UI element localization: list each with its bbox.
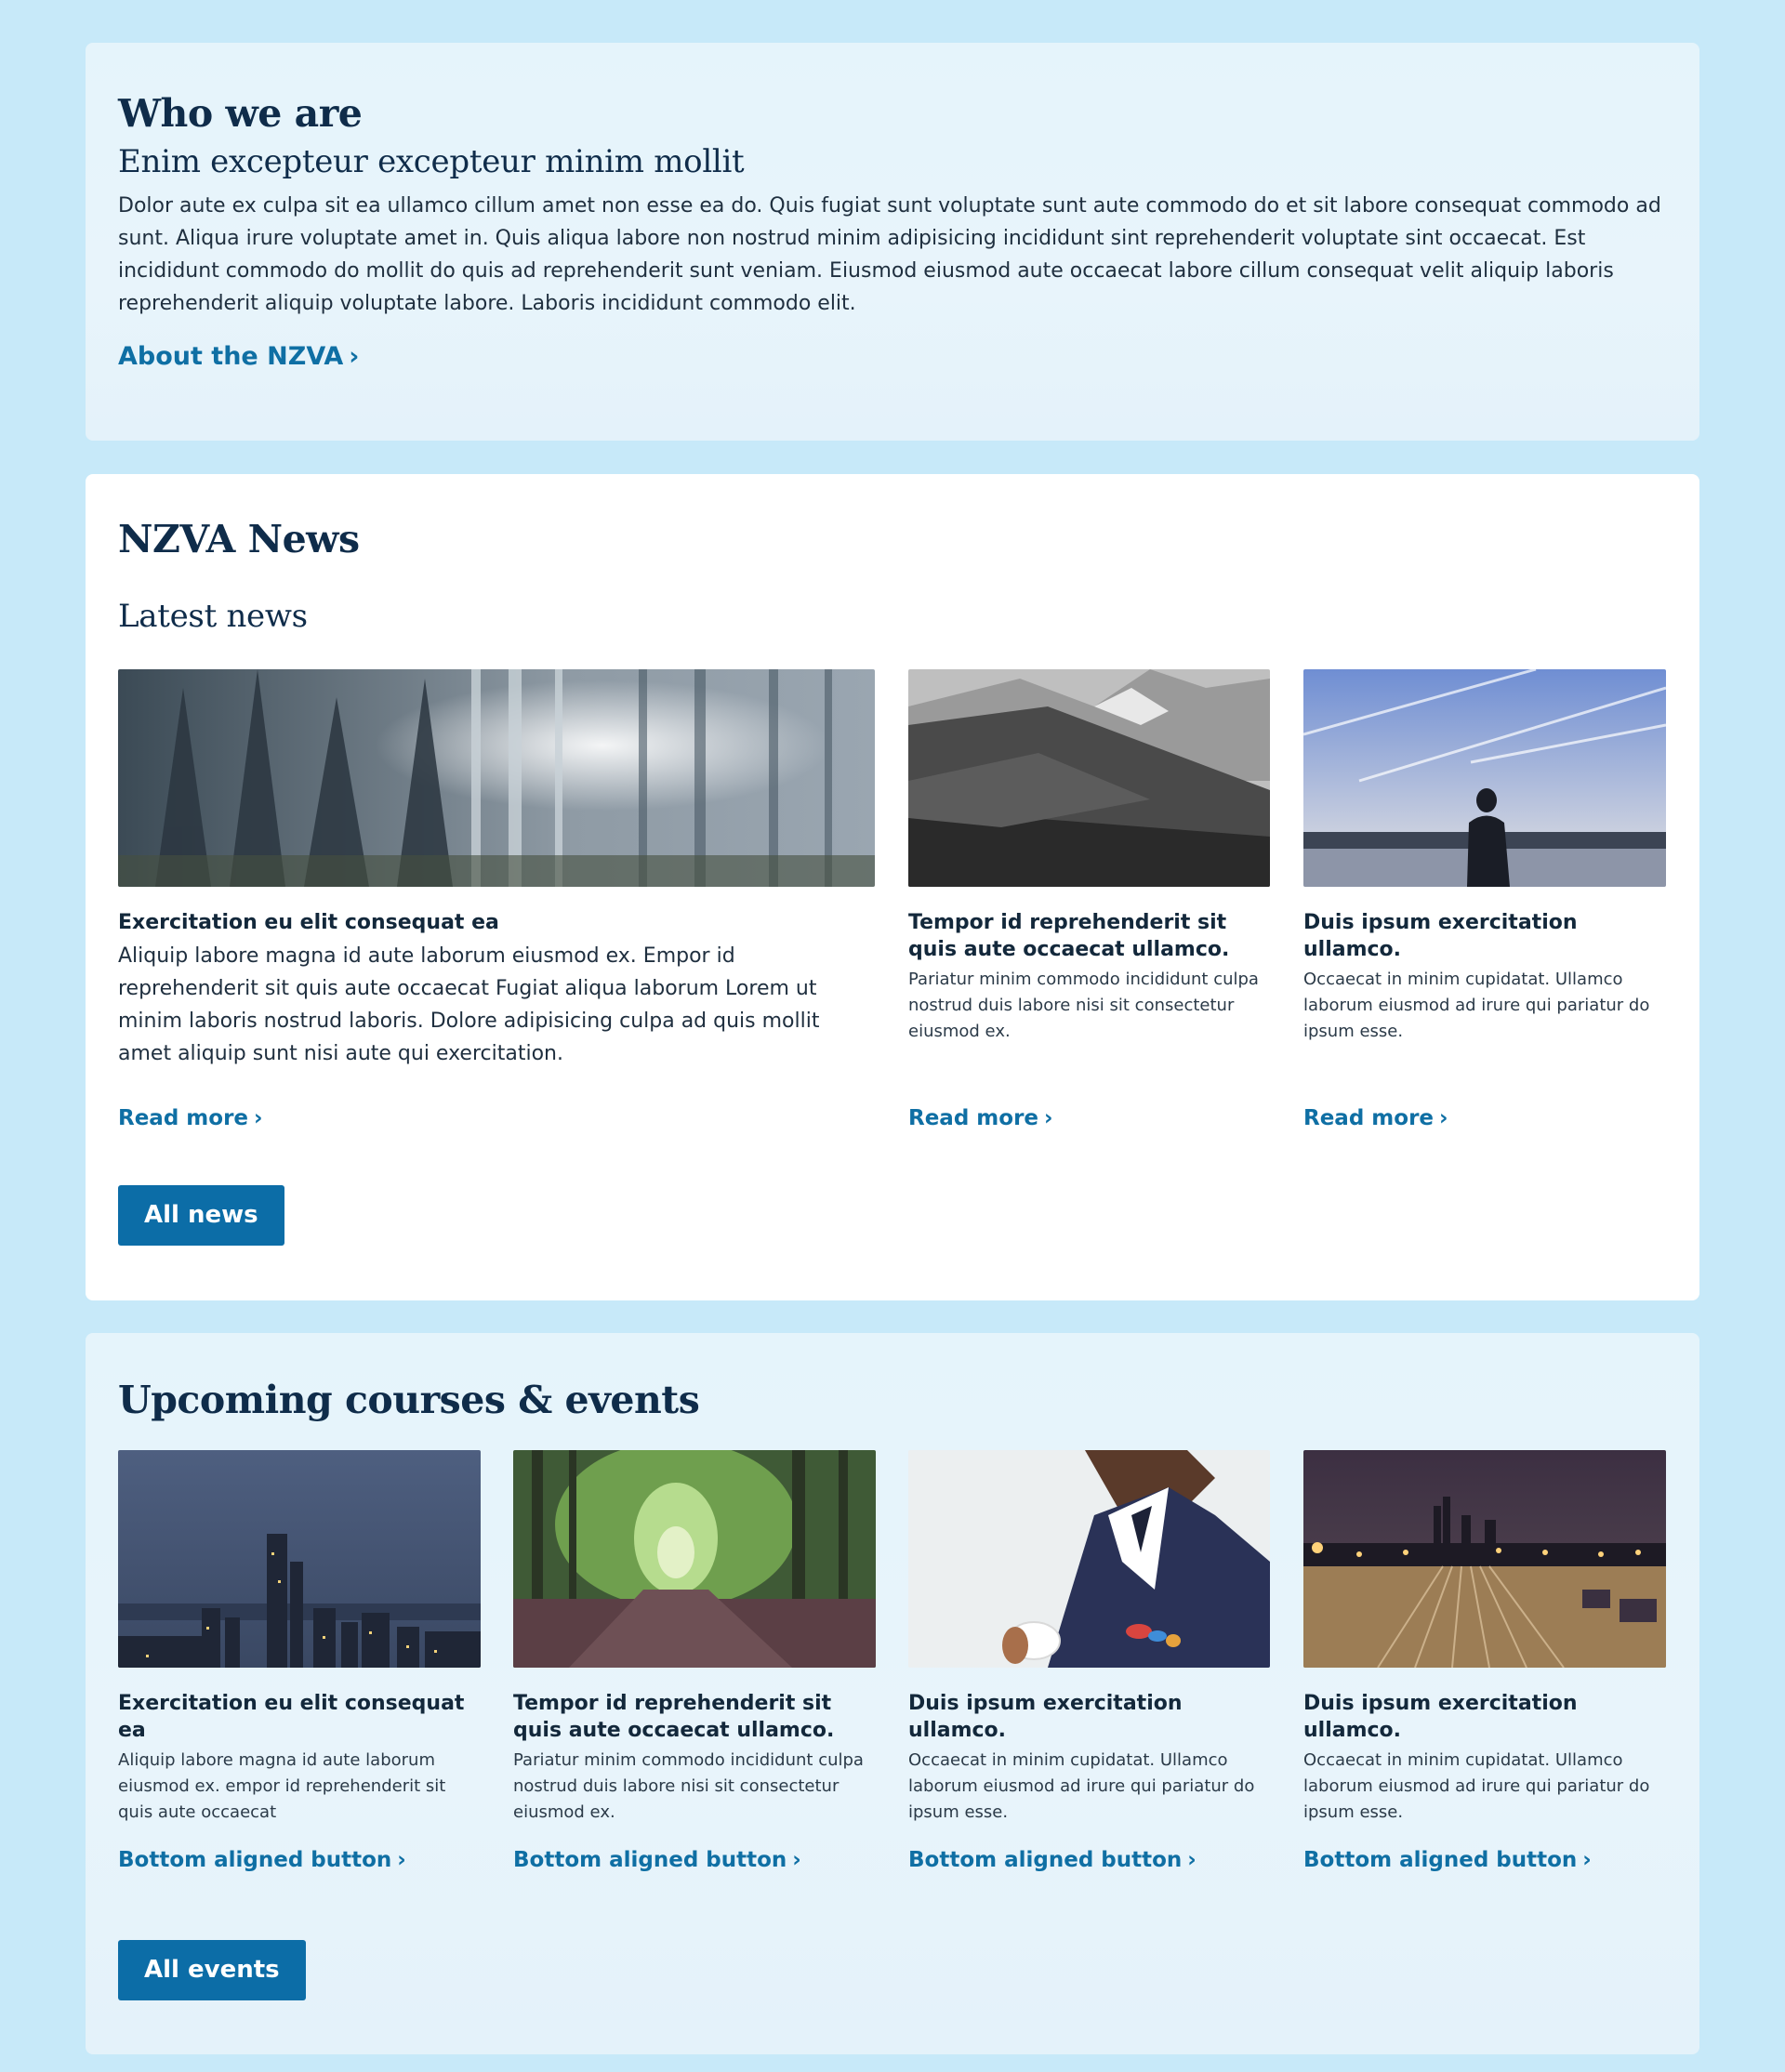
events-heading: Upcoming courses & events [118, 1378, 700, 1422]
read-more-link[interactable]: Read more › [118, 1106, 263, 1130]
event-card-description: Occaecat in minim cupidatat. Ullamco lab… [908, 1750, 1255, 1822]
chevron-right-icon: › [1439, 1106, 1448, 1130]
news-card: Tempor id reprehenderit sit quis aute oc… [908, 669, 1270, 1171]
bottom-aligned-button[interactable]: Bottom aligned button › [513, 1848, 801, 1872]
read-more-link[interactable]: Read more › [908, 1106, 1053, 1130]
news-card-description: Aliquip labore magna id aute laborum eiu… [118, 944, 820, 1065]
chevron-right-icon: › [397, 1848, 406, 1872]
read-more-label: Read more [1303, 1106, 1435, 1130]
bottom-aligned-button-label: Bottom aligned button [1303, 1848, 1578, 1872]
railway-night-photo[interactable] [1303, 1450, 1666, 1668]
event-card-description: Occaecat in minim cupidatat. Ullamco lab… [1303, 1750, 1650, 1822]
man-at-lake-photo[interactable] [1303, 669, 1666, 887]
events-panel: Upcoming courses & events Exercitation e… [86, 1333, 1699, 2054]
chevron-right-icon: › [349, 342, 360, 371]
event-card-description: Pariatur minim commodo incididunt culpa … [513, 1750, 864, 1822]
who-we-are-heading: Who we are [118, 91, 363, 136]
all-news-button[interactable]: All news [118, 1185, 284, 1246]
bottom-aligned-button[interactable]: Bottom aligned button › [908, 1848, 1197, 1872]
news-heading: NZVA News [118, 517, 360, 561]
chevron-right-icon: › [254, 1106, 263, 1130]
bottom-aligned-button[interactable]: Bottom aligned button › [1303, 1848, 1592, 1872]
latest-news-subheading: Latest news [118, 598, 308, 635]
bottom-aligned-button-label: Bottom aligned button [118, 1848, 392, 1872]
bottom-aligned-button-label: Bottom aligned button [908, 1848, 1183, 1872]
event-card-title: Duis ipsum exercitation ullamco. [908, 1692, 1183, 1742]
event-card-title: Duis ipsum exercitation ullamco. [1303, 1692, 1578, 1742]
event-card-title: Exercitation eu elit consequat ea [118, 1692, 465, 1742]
event-card: Duis ipsum exercitation ullamco. Occaeca… [1303, 1450, 1666, 1915]
news-card: Duis ipsum exercitation ullamco. Occaeca… [1303, 669, 1666, 1171]
about-nzva-link-label: About the NZVA [118, 342, 344, 371]
mountain-bw-photo[interactable] [908, 669, 1270, 887]
news-card: Exercitation eu elit consequat ea Aliqui… [118, 669, 875, 1171]
chevron-right-icon: › [792, 1848, 801, 1872]
event-card-description: Aliquip labore magna id aute laborum eiu… [118, 1750, 446, 1822]
bottom-aligned-button-label: Bottom aligned button [513, 1848, 787, 1872]
who-we-are-panel: Who we are Enim excepteur excepteur mini… [86, 43, 1699, 441]
man-suit-coffee-photo[interactable] [908, 1450, 1270, 1668]
about-nzva-link[interactable]: About the NZVA › [118, 342, 359, 371]
news-card-title: Exercitation eu elit consequat ea [118, 911, 499, 934]
city-night-photo[interactable] [118, 1450, 481, 1668]
chevron-right-icon: › [1044, 1106, 1053, 1130]
who-we-are-subheading: Enim excepteur excepteur minim mollit [118, 143, 745, 180]
news-card-title: Tempor id reprehenderit sit quis aute oc… [908, 911, 1230, 961]
chevron-right-icon: › [1582, 1848, 1592, 1872]
read-more-link[interactable]: Read more › [1303, 1106, 1448, 1130]
event-card: Duis ipsum exercitation ullamco. Occaeca… [908, 1450, 1270, 1915]
event-card: Exercitation eu elit consequat ea Aliqui… [118, 1450, 481, 1915]
forest-path-photo[interactable] [513, 1450, 876, 1668]
read-more-label: Read more [118, 1106, 249, 1130]
who-we-are-body: Dolor aute ex culpa sit ea ullamco cillu… [118, 194, 1661, 315]
news-card-description: Occaecat in minim cupidatat. Ullamco lab… [1303, 970, 1650, 1041]
forest-mist-photo[interactable] [118, 669, 875, 887]
news-card-description: Pariatur minim commodo incididunt culpa … [908, 970, 1259, 1041]
news-card-title: Duis ipsum exercitation ullamco. [1303, 911, 1578, 961]
all-events-button[interactable]: All events [118, 1940, 306, 2000]
bottom-aligned-button[interactable]: Bottom aligned button › [118, 1848, 406, 1872]
event-card-title: Tempor id reprehenderit sit quis aute oc… [513, 1692, 835, 1742]
event-card: Tempor id reprehenderit sit quis aute oc… [513, 1450, 876, 1915]
chevron-right-icon: › [1187, 1848, 1197, 1872]
read-more-label: Read more [908, 1106, 1039, 1130]
news-panel: NZVA News Latest news Exercitation eu el… [86, 474, 1699, 1300]
